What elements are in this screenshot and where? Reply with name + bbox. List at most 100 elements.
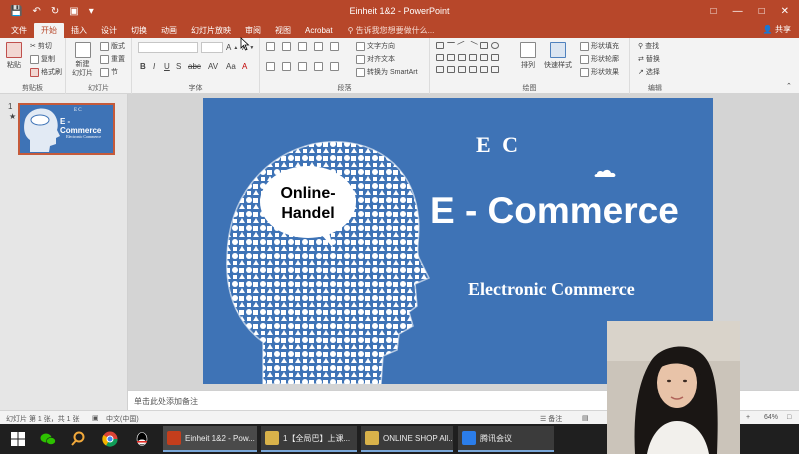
close-icon[interactable]: ✕ bbox=[781, 6, 789, 17]
slides-group-label: 幻灯片 bbox=[88, 85, 109, 92]
shadow-button[interactable]: S bbox=[176, 62, 181, 71]
strikethrough-button[interactable]: abc bbox=[188, 62, 201, 71]
tab-review[interactable]: 审阅 bbox=[238, 23, 268, 38]
line-diagonal-icon bbox=[456, 40, 468, 51]
save-icon[interactable]: 💾 bbox=[10, 6, 22, 17]
columns-button[interactable] bbox=[330, 62, 339, 71]
taskbar-app-folder-1[interactable]: 1【全局巴】上课... bbox=[261, 426, 357, 452]
maximize-icon[interactable]: □ bbox=[759, 6, 765, 17]
tencent-meeting-icon bbox=[462, 431, 476, 445]
customize-qat-icon[interactable]: ▾ bbox=[89, 6, 94, 17]
reset-button[interactable]: 重置 bbox=[100, 54, 125, 64]
editing-group-label: 编辑 bbox=[648, 85, 662, 92]
align-center-button[interactable] bbox=[282, 62, 291, 71]
change-case-button[interactable]: Aa bbox=[226, 62, 236, 71]
quick-styles-button[interactable]: 快速样式 bbox=[544, 42, 572, 70]
ribbon-display-icon[interactable]: □ bbox=[711, 6, 717, 17]
line-shape-icon bbox=[447, 42, 455, 49]
redo-icon[interactable]: ↻ bbox=[51, 6, 59, 17]
find-button[interactable]: ⚲ 查找 bbox=[638, 41, 659, 51]
star-shape-icon bbox=[491, 54, 499, 61]
paste-label: 粘贴 bbox=[7, 62, 21, 69]
numbering-button[interactable] bbox=[282, 42, 291, 51]
slide-title[interactable]: E - Commerce bbox=[430, 190, 679, 232]
align-left-button[interactable] bbox=[266, 62, 275, 71]
wechat-icon[interactable] bbox=[40, 431, 56, 447]
taskbar-app-powerpoint[interactable]: Einheit 1&2 - Pow... bbox=[163, 426, 257, 452]
copy-button[interactable]: 复制 bbox=[30, 54, 55, 64]
font-family-select[interactable] bbox=[138, 42, 198, 53]
decrease-indent-button[interactable] bbox=[298, 42, 307, 51]
zoom-level[interactable]: 64% bbox=[764, 414, 778, 421]
align-right-button[interactable] bbox=[298, 62, 307, 71]
qq-icon[interactable] bbox=[134, 431, 150, 447]
font-color-button[interactable]: A bbox=[242, 62, 247, 71]
zoom-in-icon[interactable]: + bbox=[746, 414, 750, 421]
start-presentation-icon[interactable]: ▣ bbox=[69, 6, 78, 17]
italic-button[interactable]: I bbox=[153, 62, 155, 71]
underline-button[interactable]: U bbox=[164, 62, 170, 71]
collapse-ribbon-icon[interactable]: ⌃ bbox=[786, 82, 792, 90]
tab-animations[interactable]: 动画 bbox=[154, 23, 184, 38]
shape-effects-button[interactable]: 形状效果 bbox=[580, 67, 619, 77]
bold-button[interactable]: B bbox=[140, 62, 146, 71]
cut-button[interactable]: ✂ 剪切 bbox=[30, 41, 52, 51]
language-indicator[interactable]: 中文(中国) bbox=[106, 414, 139, 424]
char-spacing-button[interactable]: AV bbox=[208, 62, 218, 71]
normal-view-icon[interactable]: ▤ bbox=[582, 414, 589, 422]
smartart-button[interactable]: 转换为 SmartArt bbox=[356, 67, 418, 77]
share-label: 共享 bbox=[775, 25, 791, 34]
line-spacing-button[interactable] bbox=[330, 42, 339, 51]
text-direction-button[interactable]: 文字方向 bbox=[356, 41, 395, 51]
tab-file[interactable]: 文件 bbox=[4, 23, 34, 38]
animation-star-icon: ★ bbox=[9, 112, 17, 121]
bullets-button[interactable] bbox=[266, 42, 275, 51]
replace-button[interactable]: ⇄ 替换 bbox=[638, 54, 660, 64]
slide-subtitle[interactable]: Electronic Commerce bbox=[468, 279, 635, 300]
outline-pen-icon bbox=[580, 54, 589, 64]
folder-icon bbox=[365, 431, 379, 445]
layout-button[interactable]: 版式 bbox=[100, 41, 125, 51]
tab-view[interactable]: 视图 bbox=[268, 23, 298, 38]
minimize-icon[interactable]: — bbox=[733, 6, 743, 17]
tab-insert[interactable]: 插入 bbox=[64, 23, 94, 38]
chrome-icon[interactable] bbox=[102, 431, 118, 447]
shape-outline-button[interactable]: 形状轮廓 bbox=[580, 54, 619, 64]
notes-toggle[interactable]: ☰ 备注 bbox=[540, 414, 562, 424]
quick-access-toolbar: 💾 ↶ ↻ ▣ ▾ bbox=[0, 6, 94, 17]
search-icon[interactable] bbox=[70, 431, 86, 447]
paste-button[interactable]: 粘贴 bbox=[6, 42, 22, 70]
increase-indent-button[interactable] bbox=[314, 42, 323, 51]
format-painter-button[interactable]: 格式刷 bbox=[30, 67, 62, 77]
justify-button[interactable] bbox=[314, 62, 323, 71]
fit-slide-icon[interactable]: □ bbox=[787, 414, 791, 421]
undo-icon[interactable]: ↶ bbox=[32, 6, 40, 17]
align-text-button[interactable]: 对齐文本 bbox=[356, 54, 395, 64]
arrange-button[interactable]: 排列 bbox=[520, 42, 536, 70]
taskbar-app-tencent-meeting[interactable]: 腾讯会议 bbox=[458, 426, 554, 452]
tab-transitions[interactable]: 切换 bbox=[124, 23, 154, 38]
spellcheck-icon[interactable]: ▣ bbox=[92, 414, 99, 422]
head-icons-illustration: Online- Handel bbox=[226, 141, 431, 384]
reset-label: 重置 bbox=[111, 56, 125, 63]
webcam-overlay bbox=[607, 321, 740, 454]
section-button[interactable]: 节 bbox=[100, 67, 118, 77]
tab-slideshow[interactable]: 幻灯片放映 bbox=[184, 23, 238, 38]
tab-acrobat[interactable]: Acrobat bbox=[298, 23, 340, 38]
font-size-select[interactable] bbox=[201, 42, 223, 53]
freeform-shape-icon bbox=[458, 66, 466, 73]
tell-me-search[interactable]: ⚲ 告诉我您想要做什么... bbox=[348, 23, 435, 38]
tab-design[interactable]: 设计 bbox=[94, 23, 124, 38]
select-button[interactable]: ↗ 选择 bbox=[638, 67, 660, 77]
slide-ec-text[interactable]: E C bbox=[476, 132, 521, 158]
share-button[interactable]: 👤 共享 bbox=[763, 22, 791, 38]
shape-outline-label: 形状轮廓 bbox=[591, 56, 619, 63]
slide-thumbnail[interactable]: E C E - Commerce Electronic Commerce bbox=[18, 103, 115, 155]
grow-font-button[interactable]: A ▲ bbox=[226, 43, 238, 52]
new-slide-button[interactable]: 新建 幻灯片 bbox=[72, 42, 93, 78]
shape-fill-button[interactable]: 形状填充 bbox=[580, 41, 619, 51]
taskbar-app-folder-2[interactable]: ONLINE SHOP All... bbox=[361, 426, 453, 452]
windows-start-icon[interactable] bbox=[10, 431, 26, 447]
tab-home[interactable]: 开始 bbox=[34, 23, 64, 38]
paragraph-group-label: 段落 bbox=[337, 85, 352, 92]
